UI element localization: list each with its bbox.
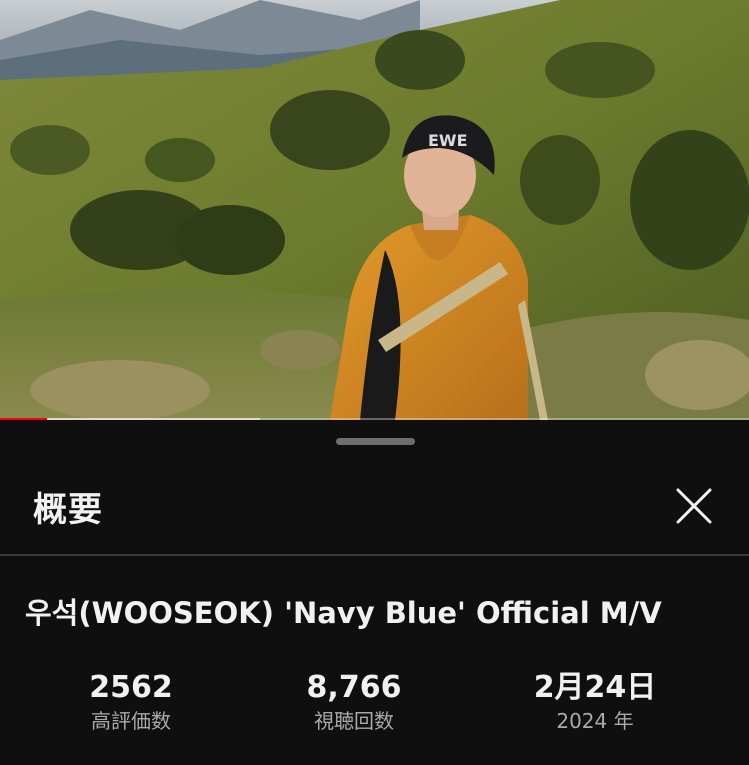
- upload-year: 2024 年: [556, 709, 634, 733]
- video-title: 우석(WOOSEOK) 'Navy Blue' Official M/V: [25, 596, 662, 630]
- date-stat: 2月24日 2024 年: [495, 670, 695, 736]
- likes-stat: 2562 高評価数: [31, 670, 231, 736]
- drag-handle[interactable]: [336, 438, 415, 445]
- divider: [0, 554, 749, 556]
- stats-row: 2562 高評価数 8,766 視聴回数 2月24日 2024 年: [0, 670, 749, 750]
- likes-label: 高評価数: [91, 709, 171, 733]
- progress-played: [0, 418, 48, 420]
- video-frame: EWE: [0, 0, 749, 420]
- views-stat: 8,766 視聴回数: [254, 670, 454, 736]
- views-count: 8,766: [306, 670, 402, 705]
- progress-bar[interactable]: [0, 418, 749, 420]
- description-sheet: 概要 우석(WOOSEOK) 'Navy Blue' Official M/V …: [0, 422, 749, 765]
- close-button[interactable]: [670, 482, 718, 530]
- views-label: 視聴回数: [314, 709, 394, 733]
- likes-count: 2562: [89, 670, 173, 705]
- close-icon: [676, 488, 712, 524]
- upload-date: 2月24日: [533, 670, 657, 705]
- screen: EWE 概要 우석(WOOSEOK) 'Navy Blue' Official …: [0, 0, 749, 765]
- beanie-logo: EWE: [428, 131, 468, 150]
- sheet-title: 概要: [33, 490, 103, 530]
- video-player[interactable]: EWE: [0, 0, 749, 420]
